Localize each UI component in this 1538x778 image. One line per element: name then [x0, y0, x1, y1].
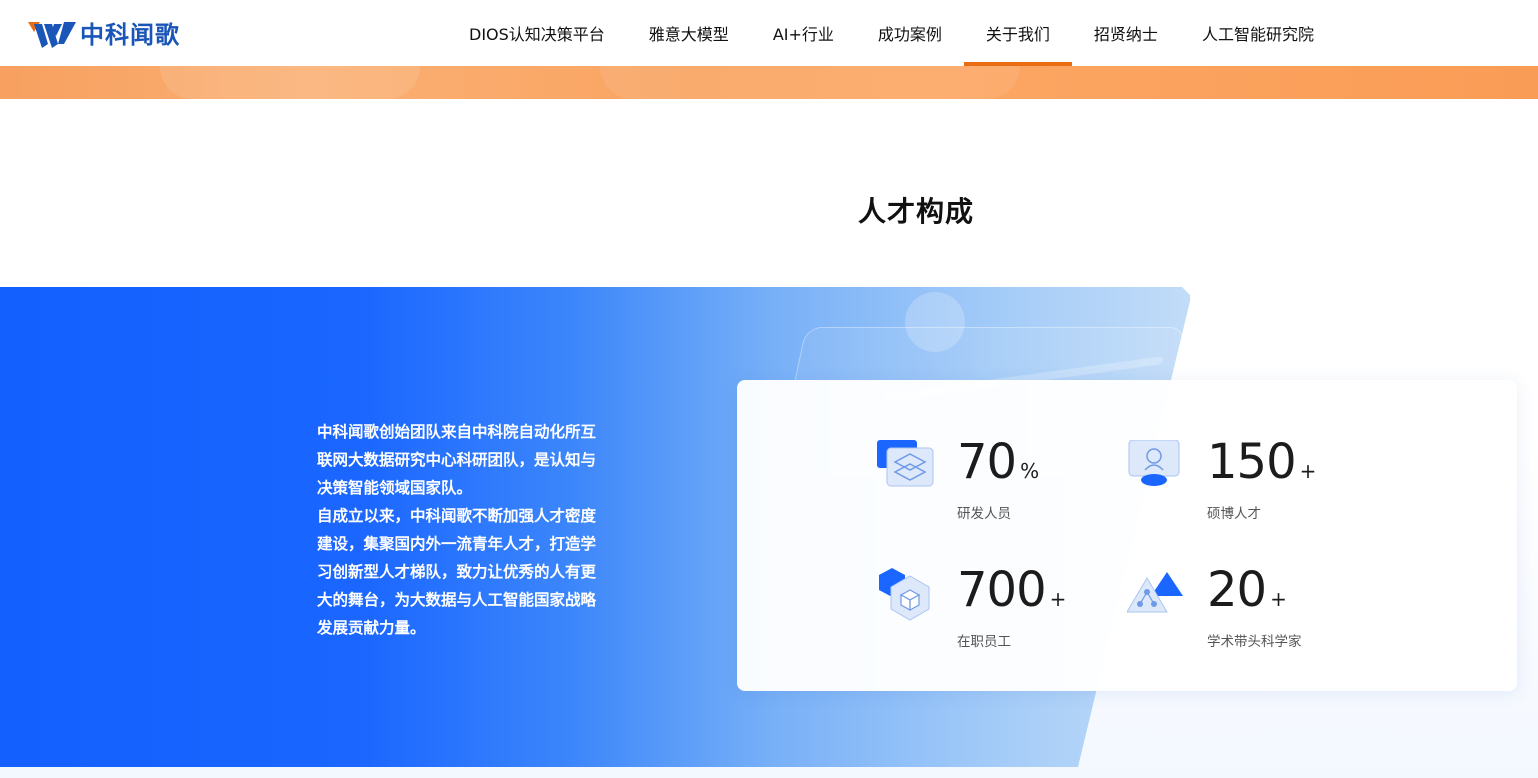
layers-icon	[877, 440, 934, 487]
triangle-network-icon	[1127, 572, 1183, 613]
stat-label: 在职员工	[957, 634, 1011, 650]
stat-value: 150 +	[1207, 430, 1316, 503]
nav-item-ai-institute[interactable]: 人工智能研究院	[1180, 0, 1336, 66]
stats-card: 70% 研发人员 150 + 硕博人才 700 + 在职员工 20 + 学术带头…	[737, 380, 1517, 691]
stat-value: 20 +	[1207, 558, 1287, 631]
nav-item-label: 成功案例	[877, 25, 942, 44]
section-title: 人才构成	[857, 195, 974, 228]
nav-item-ai-industry[interactable]: AI+行业	[751, 0, 856, 66]
logo-text: 中科闻歌	[80, 21, 180, 49]
banner-image	[0, 66, 1538, 99]
nav-item-yayi[interactable]: 雅意大模型	[627, 0, 751, 66]
stat-unit: +	[1299, 459, 1317, 483]
stat-unit: %	[1020, 459, 1040, 483]
cube-icon	[879, 568, 930, 621]
description-paragraph: 自成立以来，中科闻歌不断加强人才密度建设，集聚国内外一流青年人才，打造学习创新型…	[317, 507, 597, 637]
nav-item-label: 雅意大模型	[648, 25, 729, 44]
stat-number: 20	[1207, 562, 1267, 618]
graduate-icon	[1128, 440, 1180, 486]
stat-number: 70	[957, 434, 1017, 490]
nav-item-dios[interactable]: DIOS认知决策平台	[447, 0, 627, 66]
stat-value: 700 +	[957, 558, 1066, 631]
stat-unit: +	[1270, 587, 1287, 611]
stat-employees: 700 + 在职员工	[877, 562, 1117, 668]
logo-mark-icon	[28, 22, 76, 48]
nav-item-label: DIOS认知决策平台	[469, 25, 605, 44]
stat-unit: +	[1049, 587, 1067, 611]
nav-item-cases[interactable]: 成功案例	[856, 0, 964, 66]
description-paragraph: 中科闻歌创始团队来自中科院自动化所互联网大数据研究中心科研团队，是认知与决策智能…	[317, 423, 597, 497]
stat-label: 研发人员	[957, 506, 1011, 522]
stat-label: 硕博人才	[1207, 506, 1261, 522]
nav-item-label: AI+行业	[772, 25, 834, 44]
site-header: 中科闻歌 DIOS认知决策平台 雅意大模型 AI+行业 成功案例 关于我们 招贤…	[0, 0, 1538, 66]
stat-lead-scientists: 20 + 学术带头科学家	[1127, 562, 1367, 668]
stat-value: 70%	[957, 430, 1039, 503]
nav-item-careers[interactable]: 招贤纳士	[1072, 0, 1180, 66]
stat-label: 学术带头科学家	[1207, 634, 1302, 650]
main-nav: DIOS认知决策平台 雅意大模型 AI+行业 成功案例 关于我们 招贤纳士 人工…	[447, 0, 1336, 66]
stat-number: 150	[1207, 434, 1297, 490]
stat-masters-phd: 150 + 硕博人才	[1127, 434, 1367, 540]
nav-item-about[interactable]: 关于我们	[963, 0, 1072, 66]
stat-number: 700	[957, 562, 1047, 618]
nav-item-label: 人工智能研究院	[1201, 25, 1314, 44]
stat-rd-staff: 70% 研发人员	[877, 434, 1117, 540]
nav-item-label: 关于我们	[985, 25, 1050, 44]
logo[interactable]: 中科闻歌	[28, 20, 180, 50]
section-description: 中科闻歌创始团队来自中科院自动化所互联网大数据研究中心科研团队，是认知与决策智能…	[317, 418, 609, 642]
nav-item-label: 招贤纳士	[1093, 25, 1158, 44]
